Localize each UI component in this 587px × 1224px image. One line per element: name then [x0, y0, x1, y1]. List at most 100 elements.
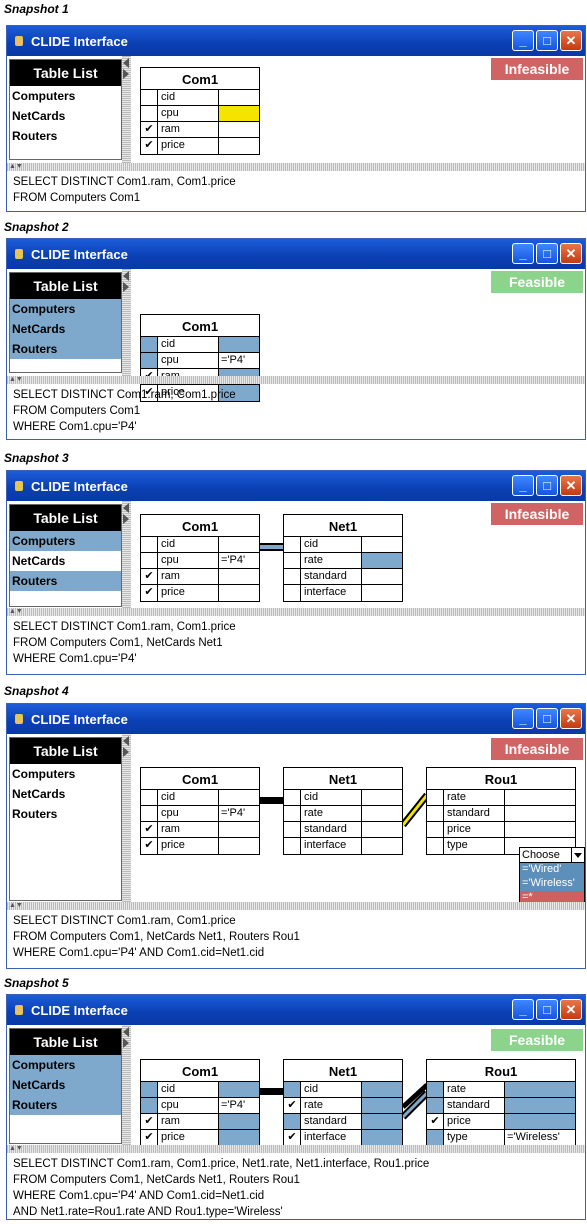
maximize-icon[interactable]: □	[536, 708, 558, 729]
checkbox[interactable]	[284, 553, 301, 569]
dropdown-option[interactable]: ='Wired'	[519, 863, 585, 877]
maximize-icon[interactable]: □	[536, 30, 558, 51]
checkbox[interactable]	[141, 337, 158, 353]
table-list-item-computers[interactable]: Computers	[10, 86, 121, 106]
condition-cell[interactable]	[505, 1082, 575, 1098]
splitter-arrows-icon[interactable]: ▲▼	[9, 902, 23, 909]
checkbox[interactable]: ✔	[141, 1130, 158, 1146]
table-list-item-netcards[interactable]: NetCards	[10, 784, 121, 804]
table-net1[interactable]: Net1 cid rate standard interface	[283, 767, 403, 855]
minimize-icon[interactable]: _	[512, 243, 534, 264]
collapse-left-icon[interactable]	[123, 271, 129, 281]
checkbox[interactable]: ✔	[284, 1130, 301, 1146]
close-icon[interactable]: ✕	[560, 243, 582, 264]
condition-cell[interactable]: ='P4'	[219, 806, 259, 822]
query-canvas[interactable]: Infeasible Com1 cid cpu ='P4' ✔ ram ✔ price…	[133, 501, 583, 608]
checkbox[interactable]: ✔	[141, 838, 158, 854]
checkbox[interactable]	[141, 106, 158, 122]
table-rou1[interactable]: Rou1 rate standard ✔ price type ='Wireless…	[426, 1059, 576, 1147]
checkbox[interactable]	[141, 790, 158, 806]
condition-cell[interactable]	[362, 806, 402, 822]
checkbox[interactable]: ✔	[141, 569, 158, 585]
condition-cell[interactable]	[505, 822, 575, 838]
checkbox[interactable]: ✔	[427, 1114, 444, 1130]
vertical-splitter[interactable]	[122, 269, 131, 376]
condition-cell[interactable]: ='P4'	[219, 1098, 259, 1114]
checkbox[interactable]	[427, 822, 444, 838]
condition-cell[interactable]	[362, 1130, 402, 1146]
checkbox[interactable]	[284, 569, 301, 585]
checkbox[interactable]: ✔	[141, 1114, 158, 1130]
condition-cell[interactable]	[505, 790, 575, 806]
table-list-item-netcards[interactable]: NetCards	[10, 1075, 121, 1095]
checkbox[interactable]: ✔	[141, 138, 158, 154]
table-net1[interactable]: Net1 cid ✔ rate standard ✔ interface	[283, 1059, 403, 1147]
minimize-icon[interactable]: _	[512, 475, 534, 496]
splitter-arrows-icon[interactable]: ▲▼	[9, 1145, 23, 1152]
checkbox[interactable]	[427, 1098, 444, 1114]
condition-cell[interactable]	[362, 553, 402, 569]
checkbox[interactable]	[427, 790, 444, 806]
table-list-item-computers[interactable]: Computers	[10, 1055, 121, 1075]
checkbox[interactable]	[141, 1098, 158, 1114]
close-icon[interactable]: ✕	[560, 475, 582, 496]
condition-cell[interactable]	[362, 1098, 402, 1114]
title-bar[interactable]: CLIDE Interface _ □ ✕	[7, 704, 585, 734]
condition-cell[interactable]	[219, 569, 259, 585]
condition-cell[interactable]	[505, 1098, 575, 1114]
dropdown-select[interactable]: Choose	[519, 847, 585, 863]
condition-cell[interactable]	[362, 585, 402, 601]
horizontal-splitter[interactable]: ▲▼	[7, 163, 585, 171]
condition-cell[interactable]	[505, 806, 575, 822]
condition-cell[interactable]	[219, 1130, 259, 1146]
dropdown-option[interactable]: ='Wireless'	[519, 877, 585, 891]
horizontal-splitter[interactable]: ▲▼	[7, 1145, 585, 1153]
minimize-icon[interactable]: _	[512, 708, 534, 729]
expand-right-icon[interactable]	[123, 747, 129, 757]
close-icon[interactable]: ✕	[560, 30, 582, 51]
vertical-splitter[interactable]	[122, 56, 131, 163]
collapse-left-icon[interactable]	[123, 58, 129, 68]
type-dropdown[interactable]: Choose ='Wired' ='Wireless' =*	[519, 847, 585, 905]
table-com1[interactable]: Com1 cid cpu='P4' ✔ram ✔price	[140, 1059, 260, 1147]
minimize-icon[interactable]: _	[512, 30, 534, 51]
table-list-item-netcards[interactable]: NetCards	[10, 319, 121, 339]
condition-cell[interactable]	[505, 1114, 575, 1130]
checkbox[interactable]	[427, 1082, 444, 1098]
collapse-left-icon[interactable]	[123, 736, 129, 746]
vertical-splitter[interactable]	[122, 734, 131, 902]
checkbox[interactable]	[141, 1082, 158, 1098]
condition-cell[interactable]	[362, 790, 402, 806]
splitter-arrows-icon[interactable]: ▲▼	[9, 376, 23, 383]
checkbox[interactable]	[141, 806, 158, 822]
condition-cell[interactable]	[219, 838, 259, 854]
checkbox[interactable]	[141, 353, 158, 369]
table-list-item-routers[interactable]: Routers	[10, 126, 121, 146]
title-bar[interactable]: CLIDE Interface _ □ ✕	[7, 995, 585, 1025]
condition-cell[interactable]	[362, 537, 402, 553]
minimize-icon[interactable]: _	[512, 999, 534, 1020]
checkbox[interactable]	[284, 537, 301, 553]
checkbox[interactable]	[141, 90, 158, 106]
splitter-arrows-icon[interactable]: ▲▼	[9, 163, 23, 170]
checkbox[interactable]	[427, 1130, 444, 1146]
table-list-item-netcards[interactable]: NetCards	[10, 551, 121, 571]
close-icon[interactable]: ✕	[560, 708, 582, 729]
checkbox[interactable]: ✔	[284, 1098, 301, 1114]
table-list-item-routers[interactable]: Routers	[10, 339, 121, 359]
checkbox[interactable]	[284, 1114, 301, 1130]
table-com1[interactable]: Com1 cid cpu ✔ ram ✔ price	[140, 67, 260, 155]
collapse-left-icon[interactable]	[123, 1027, 129, 1037]
title-bar[interactable]: CLIDE Interface _ □ ✕	[7, 239, 585, 269]
maximize-icon[interactable]: □	[536, 243, 558, 264]
table-rou1[interactable]: Rou1 rate standard price type	[426, 767, 576, 855]
condition-cell[interactable]	[362, 822, 402, 838]
table-list-item-computers[interactable]: Computers	[10, 764, 121, 784]
condition-cell[interactable]	[219, 1082, 259, 1098]
condition-cell[interactable]	[219, 822, 259, 838]
expand-right-icon[interactable]	[123, 1038, 129, 1048]
condition-cell[interactable]	[219, 122, 259, 138]
condition-cell[interactable]	[219, 1114, 259, 1130]
condition-cell[interactable]	[219, 138, 259, 154]
title-bar[interactable]: CLIDE Interface _ □ ✕	[7, 471, 585, 501]
